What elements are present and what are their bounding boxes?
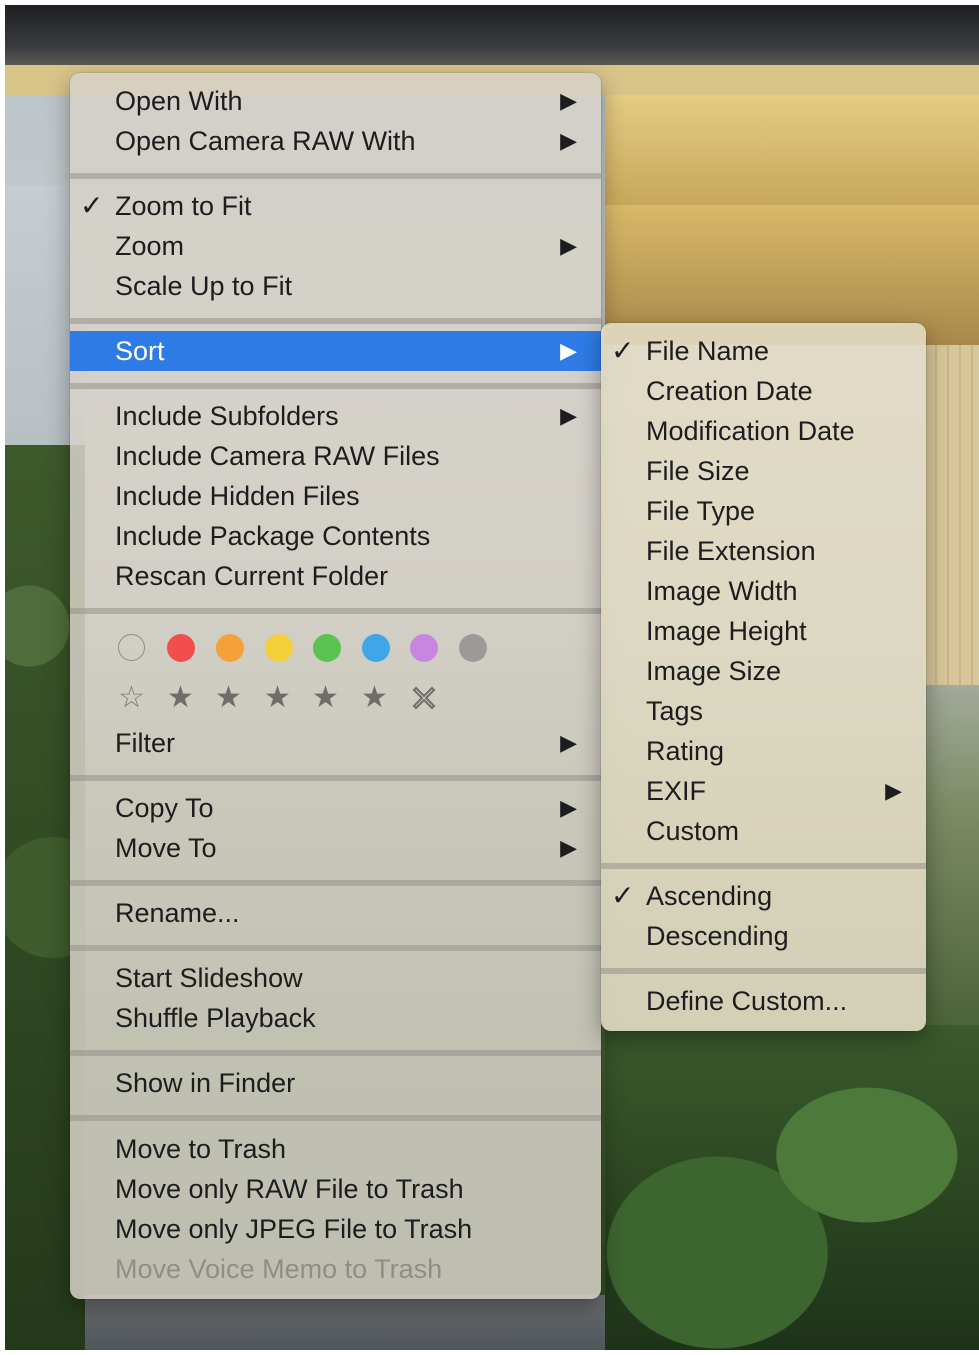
menu-separator xyxy=(70,1115,601,1121)
checkmark-icon: ✓ xyxy=(611,880,635,911)
menu-item-move-to[interactable]: Move To ▶ xyxy=(70,828,601,868)
star-3-icon[interactable]: ★ xyxy=(264,680,291,716)
sort-item-file-type[interactable]: File Type xyxy=(601,491,926,531)
menu-separator xyxy=(70,1050,601,1056)
star-2-icon[interactable]: ★ xyxy=(215,680,242,716)
menu-item-shuffle-playback[interactable]: Shuffle Playback xyxy=(70,998,601,1038)
context-menu: Open With ▶ Open Camera RAW With ▶ ✓ Zoo… xyxy=(70,73,601,1299)
star-outline-icon[interactable]: ☆ xyxy=(118,680,145,716)
menu-item-include-package-contents[interactable]: Include Package Contents xyxy=(70,516,601,556)
color-label-yellow[interactable] xyxy=(265,634,293,662)
menu-separator xyxy=(601,863,926,869)
menu-item-show-in-finder[interactable]: Show in Finder xyxy=(70,1063,601,1103)
menu-item-include-hidden-files[interactable]: Include Hidden Files xyxy=(70,476,601,516)
menu-item-include-subfolders[interactable]: Include Subfolders ▶ xyxy=(70,396,601,436)
submenu-arrow-icon: ▶ xyxy=(560,795,577,820)
submenu-arrow-icon: ▶ xyxy=(885,778,902,803)
menu-separator xyxy=(70,383,601,389)
menu-item-scale-up-to-fit[interactable]: Scale Up to Fit xyxy=(70,266,601,306)
submenu-arrow-icon: ▶ xyxy=(560,730,577,755)
menu-item-move-raw-to-trash[interactable]: Move only RAW File to Trash xyxy=(70,1169,601,1209)
submenu-arrow-icon: ▶ xyxy=(560,403,577,428)
sort-item-define-custom[interactable]: Define Custom... xyxy=(601,981,926,1021)
sort-item-exif[interactable]: EXIF ▶ xyxy=(601,771,926,811)
menu-item-move-to-trash[interactable]: Move to Trash xyxy=(70,1129,601,1169)
menu-separator xyxy=(70,775,601,781)
submenu-arrow-icon: ▶ xyxy=(560,835,577,860)
color-label-orange[interactable] xyxy=(216,634,244,662)
sort-item-file-extension[interactable]: File Extension xyxy=(601,531,926,571)
sort-item-rating[interactable]: Rating xyxy=(601,731,926,771)
menu-item-include-camera-raw-files[interactable]: Include Camera RAW Files xyxy=(70,436,601,476)
color-label-none[interactable] xyxy=(118,634,145,661)
menu-separator xyxy=(70,173,601,179)
menu-item-copy-to[interactable]: Copy To ▶ xyxy=(70,788,601,828)
menu-separator xyxy=(70,318,601,324)
sort-submenu: ✓ File Name Creation Date Modification D… xyxy=(601,323,926,1031)
sort-item-creation-date[interactable]: Creation Date xyxy=(601,371,926,411)
menu-separator xyxy=(70,945,601,951)
color-label-blue[interactable] xyxy=(362,634,390,662)
submenu-arrow-icon: ▶ xyxy=(560,88,577,113)
color-label-red[interactable] xyxy=(167,634,195,662)
menu-item-move-voice-memo-to-trash: Move Voice Memo to Trash xyxy=(115,1254,443,1284)
star-1-icon[interactable]: ★ xyxy=(167,680,194,716)
sort-item-image-size[interactable]: Image Size xyxy=(601,651,926,691)
sort-item-modification-date[interactable]: Modification Date xyxy=(601,411,926,451)
submenu-arrow-icon: ▶ xyxy=(560,338,577,363)
star-4-icon[interactable]: ★ xyxy=(312,680,339,716)
menu-separator xyxy=(601,968,926,974)
color-label-gray[interactable] xyxy=(459,634,487,662)
sort-item-image-width[interactable]: Image Width xyxy=(601,571,926,611)
color-label-purple[interactable] xyxy=(410,634,438,662)
sort-order-ascending[interactable]: ✓ Ascending xyxy=(601,876,926,916)
menu-item-rescan-current-folder[interactable]: Rescan Current Folder xyxy=(70,556,601,596)
submenu-arrow-icon: ▶ xyxy=(560,233,577,258)
submenu-arrow-icon: ▶ xyxy=(560,128,577,153)
sort-item-image-height[interactable]: Image Height xyxy=(601,611,926,651)
menu-item-open-with[interactable]: Open With ▶ xyxy=(70,81,601,121)
checkmark-icon: ✓ xyxy=(611,335,635,366)
sort-item-file-size[interactable]: File Size xyxy=(601,451,926,491)
menu-item-open-camera-raw-with[interactable]: Open Camera RAW With ▶ xyxy=(70,121,601,161)
menu-item-start-slideshow[interactable]: Start Slideshow xyxy=(70,958,601,998)
sort-item-file-name[interactable]: ✓ File Name xyxy=(601,331,926,371)
menu-item-zoom-to-fit[interactable]: ✓ Zoom to Fit xyxy=(70,186,601,226)
menu-item-sort[interactable]: Sort ▶ xyxy=(70,331,601,371)
color-label-green[interactable] xyxy=(313,634,341,662)
menu-item-rename[interactable]: Rename... xyxy=(70,893,601,933)
menu-separator xyxy=(70,608,601,614)
sort-item-custom[interactable]: Custom xyxy=(601,811,926,851)
clear-rating-icon[interactable] xyxy=(410,684,438,712)
checkmark-icon: ✓ xyxy=(80,190,104,221)
sort-order-descending[interactable]: Descending xyxy=(601,916,926,956)
menu-separator xyxy=(70,880,601,886)
menu-item-move-jpeg-to-trash[interactable]: Move only JPEG File to Trash xyxy=(70,1209,601,1249)
star-5-icon[interactable]: ★ xyxy=(361,680,388,716)
menu-item-filter[interactable]: Filter ▶ xyxy=(70,723,601,763)
menu-item-zoom[interactable]: Zoom ▶ xyxy=(70,226,601,266)
sort-item-tags[interactable]: Tags xyxy=(601,691,926,731)
